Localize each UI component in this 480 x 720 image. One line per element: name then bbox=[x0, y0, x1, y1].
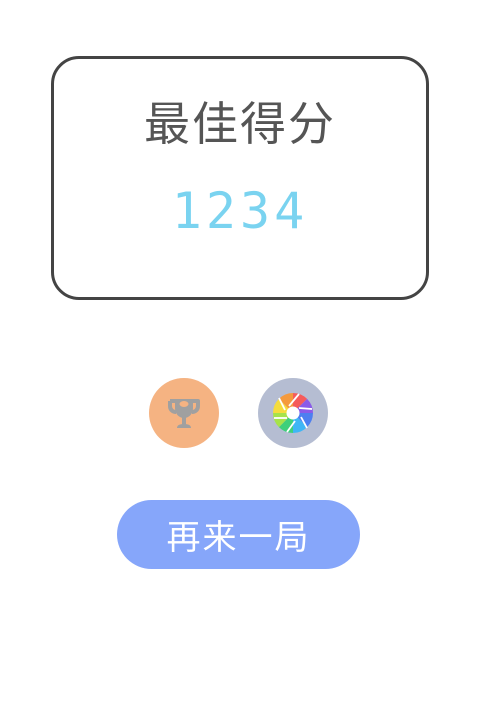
leaderboard-button[interactable] bbox=[149, 378, 219, 448]
play-again-button[interactable]: 再来一局 bbox=[117, 500, 360, 569]
camera-aperture-icon bbox=[273, 393, 313, 433]
trophy-icon bbox=[168, 399, 200, 428]
best-score-value: 1234 bbox=[171, 182, 309, 240]
best-score-card: 最佳得分 1234 bbox=[51, 56, 429, 300]
best-score-title: 最佳得分 bbox=[144, 97, 336, 151]
share-button[interactable] bbox=[258, 378, 328, 448]
